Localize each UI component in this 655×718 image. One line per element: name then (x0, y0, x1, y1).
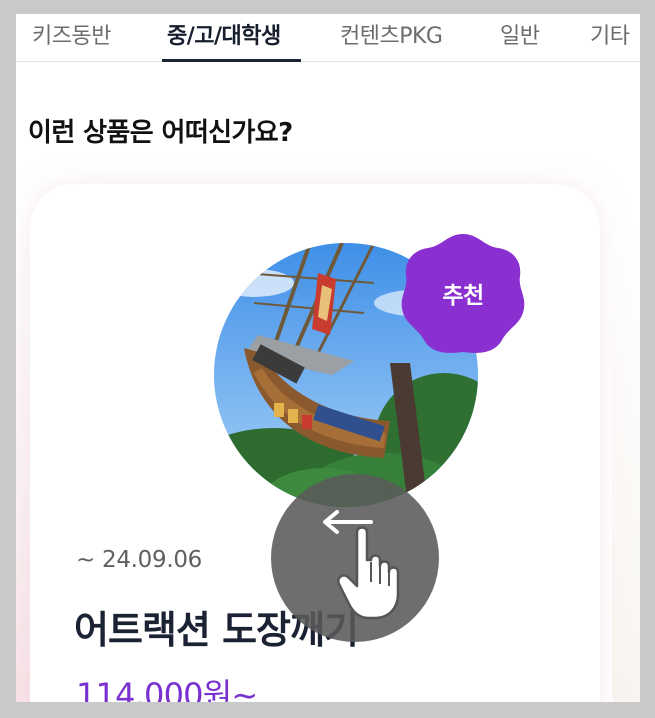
dim-overlay-left (0, 0, 16, 718)
dim-overlay-top (0, 0, 655, 14)
active-tab-indicator (162, 59, 301, 62)
tab-kids[interactable]: 키즈동반 (32, 18, 111, 50)
page-surface: 키즈동반 중/고/대학생 컨텐츠PKG 일반 기타 이런 상품은 어떠신가요? (16, 14, 640, 718)
recommend-badge: 추천 (442, 283, 484, 309)
tab-general[interactable]: 일반 (500, 18, 540, 50)
category-tab-bar: 키즈동반 중/고/대학생 컨텐츠PKG 일반 기타 (16, 14, 640, 62)
dim-overlay-bottom (0, 702, 655, 718)
tab-students[interactable]: 중/고/대학생 (167, 18, 281, 50)
next-card-peek[interactable] (612, 214, 640, 718)
tab-etc[interactable]: 기타 (590, 18, 630, 50)
section-title: 이런 상품은 어떠신가요? (28, 118, 293, 148)
sale-end-date: ~ 24.09.06 (76, 547, 203, 573)
swipe-hint-overlay[interactable] (271, 474, 439, 642)
dim-overlay-right (640, 0, 655, 718)
hand-pointer-icon (337, 526, 400, 620)
tab-contents-pkg[interactable]: 컨텐츠PKG (340, 18, 443, 50)
